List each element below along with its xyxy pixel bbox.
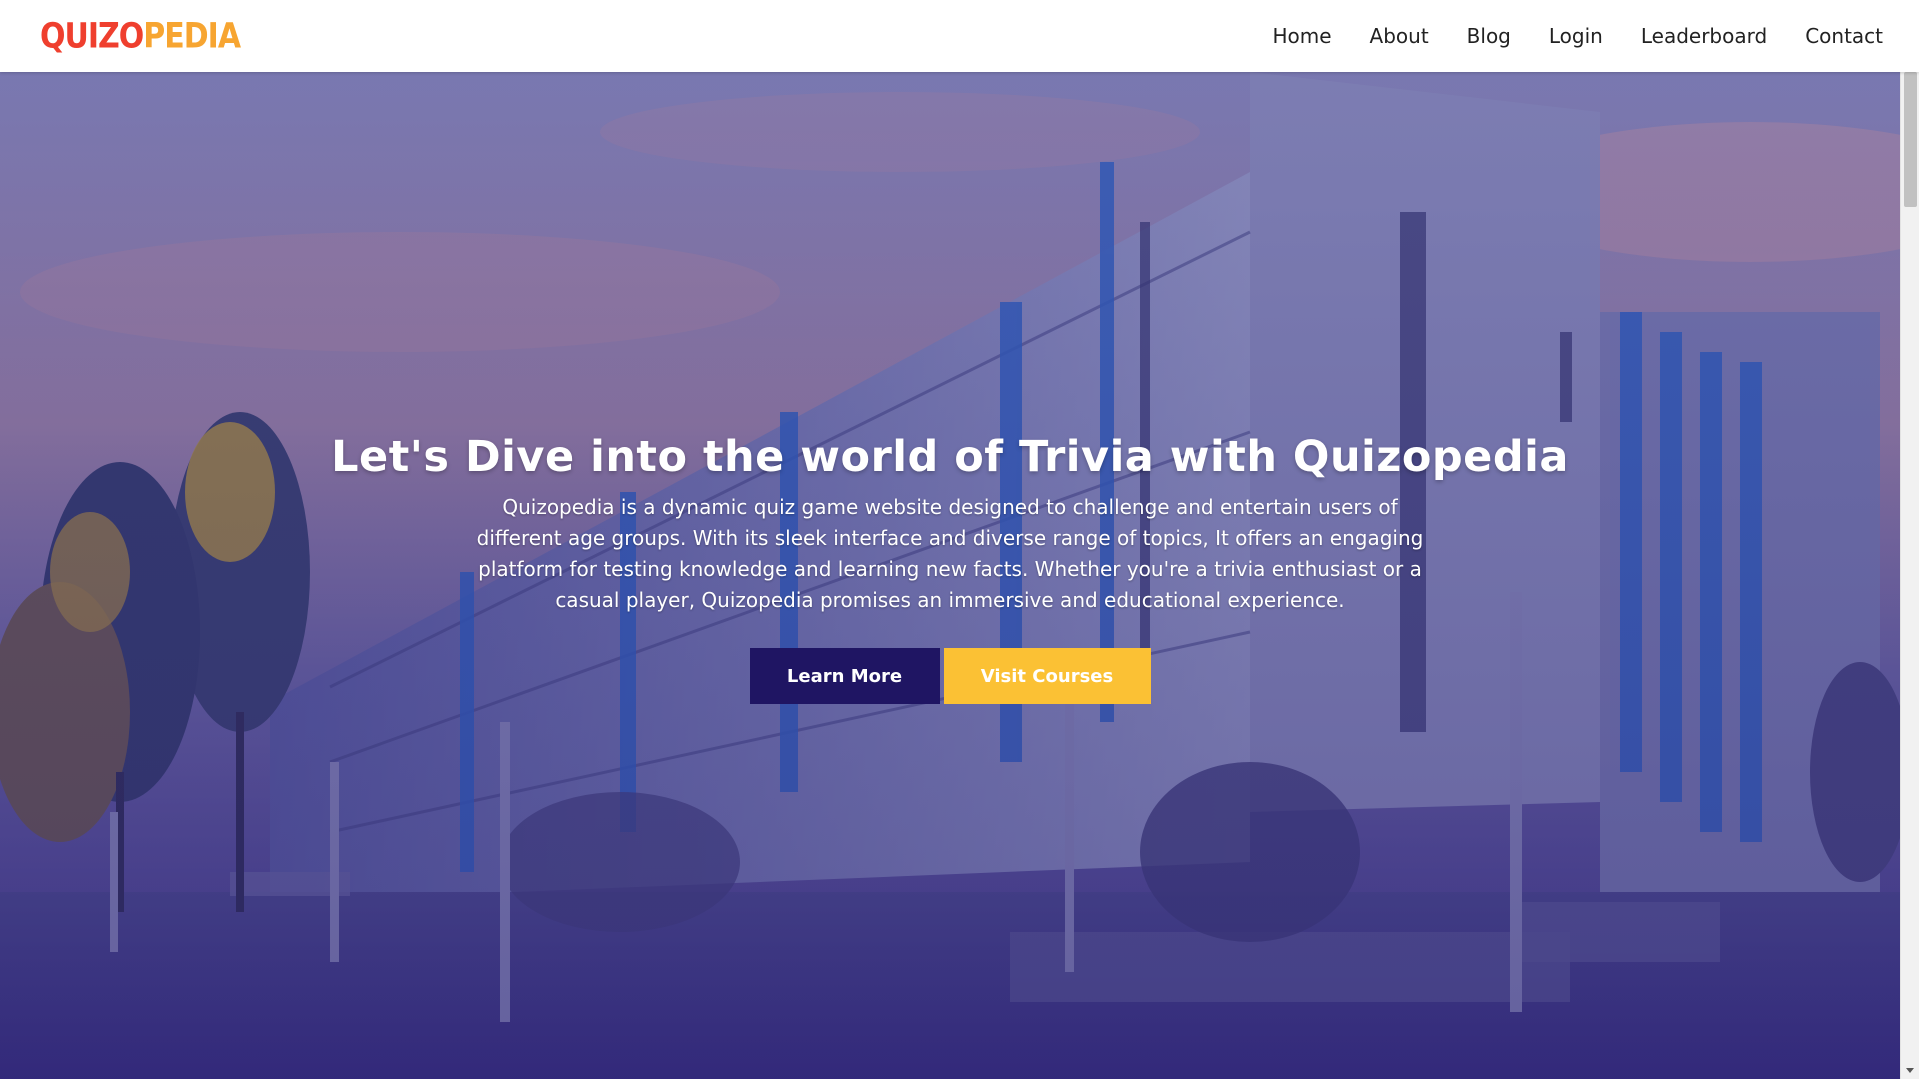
hero-title: Let's Dive into the world of Trivia with… [331,432,1569,482]
main-nav: Home About Blog Login Leaderboard Contac… [1234,24,1883,48]
hero-description-line-2: different age groups. With its sleek int… [476,526,1424,550]
scrollbar-thumb[interactable] [1904,72,1917,207]
logo-text-suffix: PEDIA [143,15,241,57]
hero-description-line-4: casual player, Quizopedia promises an im… [555,588,1345,612]
quizopedia-logo[interactable]: QUIZO PEDIA [40,15,241,57]
hero-content: Let's Dive into the world of Trivia with… [0,432,1900,704]
top-navbar: QUIZO PEDIA Home About Blog Login Leader… [0,0,1919,72]
nav-login[interactable]: Login [1549,24,1603,48]
nav-leaderboard[interactable]: Leaderboard [1641,24,1767,48]
hero-section: Let's Dive into the world of Trivia with… [0,72,1900,1079]
page: QUIZO PEDIA Home About Blog Login Leader… [0,0,1919,1079]
hero-description: Quizopedia is a dynamic quiz game websit… [470,492,1430,616]
nav-about[interactable]: About [1370,24,1429,48]
learn-more-button[interactable]: Learn More [749,648,940,704]
hero-description-line-3: platform for testing knowledge and learn… [478,557,1422,581]
logo-text: QUIZO [40,15,144,57]
nav-home[interactable]: Home [1272,24,1331,48]
nav-contact[interactable]: Contact [1805,24,1883,48]
chevron-down-icon[interactable] [1906,1068,1914,1073]
vertical-scrollbar[interactable] [1900,72,1919,1079]
visit-courses-button[interactable]: Visit Courses [943,648,1151,704]
nav-blog[interactable]: Blog [1467,24,1511,48]
hero-buttons: Learn More Visit Courses [749,648,1151,704]
hero-description-line-1: Quizopedia is a dynamic quiz game websit… [502,495,1398,519]
